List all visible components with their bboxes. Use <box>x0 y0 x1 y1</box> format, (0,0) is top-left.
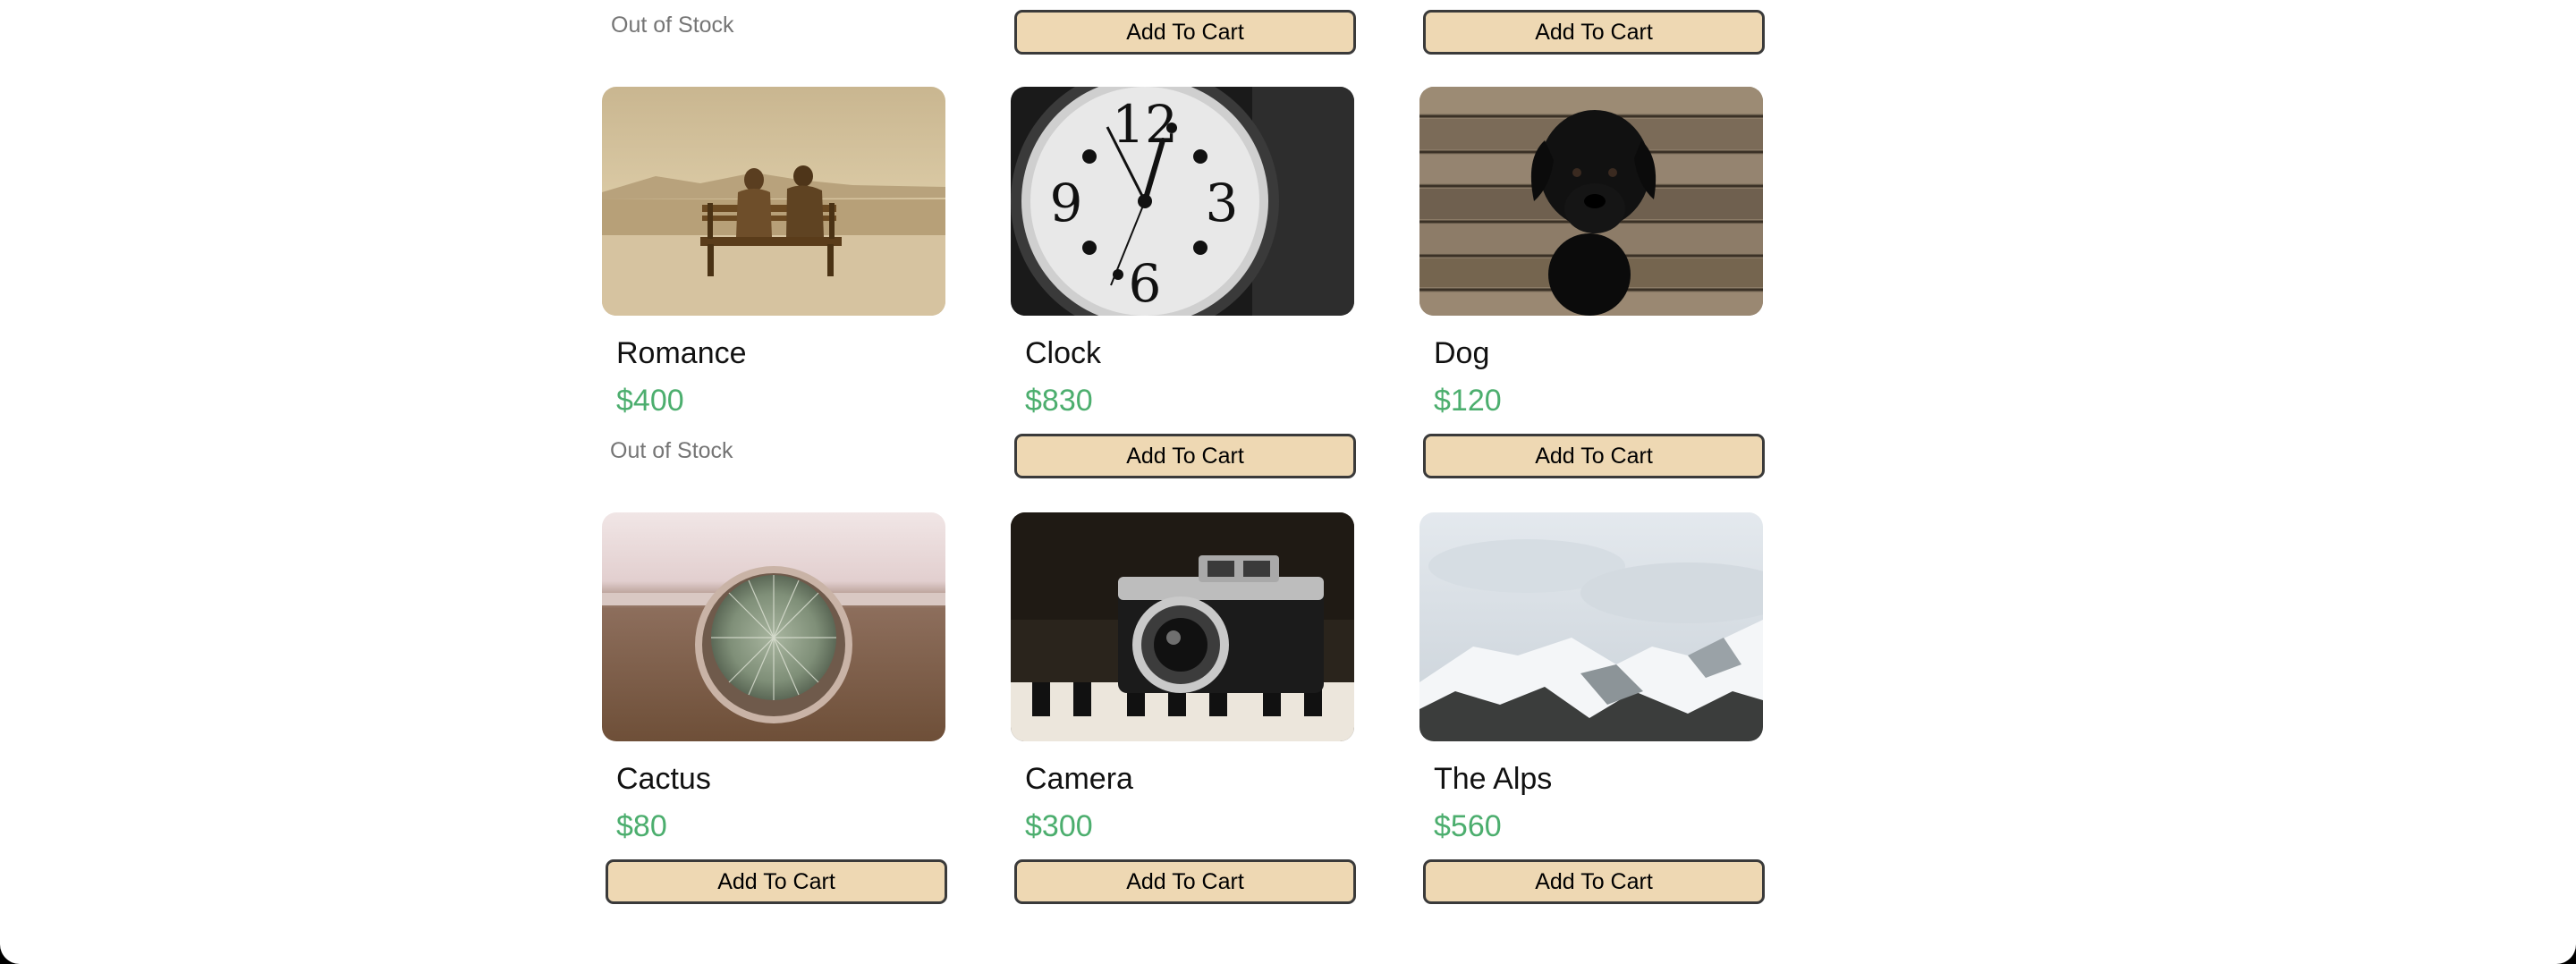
wall-clock-image[interactable]: 12 9 3 6 <box>1011 87 1354 316</box>
product-card-clock: 12 9 3 6 Clock $830 Add To Cart <box>1011 87 1356 478</box>
product-price: $830 <box>1025 384 1093 418</box>
product-card-cactus: Cactus $80 Add To Cart <box>602 512 947 904</box>
product-name: Dog <box>1434 336 1490 370</box>
product-row-partial: Out of Stock Add To Cart Add To Cart <box>602 0 1765 63</box>
black-puppy-image[interactable] <box>1419 87 1763 316</box>
product-name: Cactus <box>616 762 711 796</box>
product-name: Camera <box>1025 762 1133 796</box>
add-to-cart-button[interactable]: Add To Cart <box>1014 859 1356 904</box>
out-of-stock-label: Out of Stock <box>610 438 733 463</box>
cactus-pot-image[interactable] <box>602 512 945 741</box>
add-to-cart-button[interactable]: Add To Cart <box>1423 10 1765 55</box>
svg-text:6: 6 <box>1129 253 1162 314</box>
vintage-camera-image[interactable] <box>1011 512 1354 741</box>
product-name: Clock <box>1025 336 1102 370</box>
svg-text:3: 3 <box>1206 173 1239 233</box>
couple-on-bench-image[interactable] <box>602 87 945 316</box>
svg-text:9: 9 <box>1050 173 1083 233</box>
window-corner <box>2537 925 2576 964</box>
viewport: Out of Stock Add To Cart Add To Cart Rom… <box>0 0 2576 964</box>
product-card-camera: Camera $300 Add To Cart <box>1011 512 1356 904</box>
add-to-cart-button[interactable]: Add To Cart <box>606 859 947 904</box>
product-card-the-alps: The Alps $560 Add To Cart <box>1419 512 1765 904</box>
product-name: Romance <box>616 336 747 370</box>
product-price: $80 <box>616 809 667 843</box>
add-to-cart-button[interactable]: Add To Cart <box>1014 434 1356 478</box>
add-to-cart-button[interactable]: Add To Cart <box>1423 434 1765 478</box>
window-corner <box>0 925 39 964</box>
product-price: $120 <box>1434 384 1502 418</box>
product-price: $400 <box>616 384 684 418</box>
add-to-cart-button[interactable]: Add To Cart <box>1423 859 1765 904</box>
snowy-mountains-image[interactable] <box>1419 512 1763 741</box>
product-card-dog: Dog $120 Add To Cart <box>1419 87 1765 478</box>
product-price: $300 <box>1025 809 1093 843</box>
product-price: $560 <box>1434 809 1502 843</box>
out-of-stock-label: Out of Stock <box>611 13 734 38</box>
product-card-romance: Romance $400 Out of Stock <box>602 87 947 463</box>
add-to-cart-button[interactable]: Add To Cart <box>1014 10 1356 55</box>
product-name: The Alps <box>1434 762 1553 796</box>
